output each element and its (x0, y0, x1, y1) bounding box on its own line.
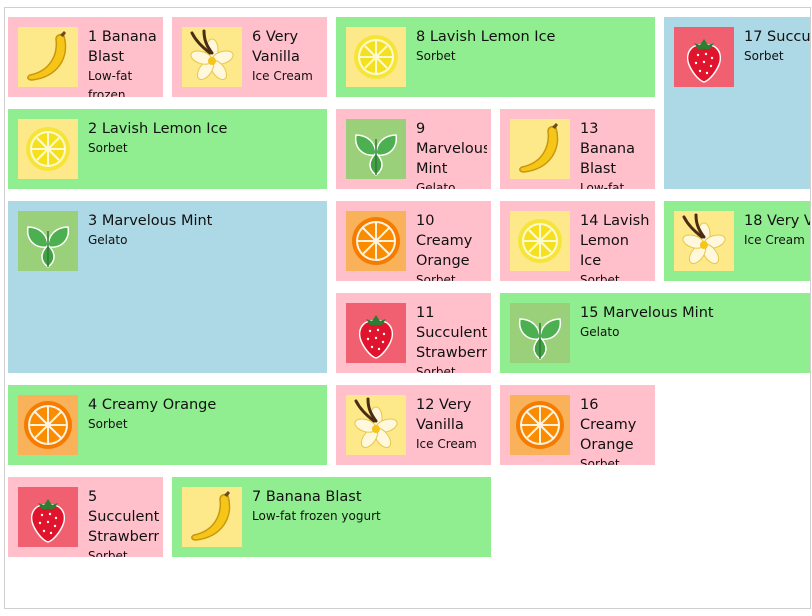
item-title: 10 Creamy Orange (416, 213, 473, 269)
vanilla-icon (346, 395, 406, 455)
grid-item-16[interactable]: 16 Creamy Orange Sorbet (500, 385, 655, 465)
orange-icon (510, 395, 570, 455)
orange-icon (18, 395, 78, 455)
grid-item-5[interactable]: 5 Succulent Strawberry Sorbet (8, 477, 163, 557)
item-title: 5 Succulent Strawberry (88, 489, 159, 545)
variable-size-grid: 1 Banana Blast Low-fat frozen yogurt 6 Ve… (4, 7, 811, 609)
grid-item-18[interactable]: 18 Very Vanilla Ice Cream (664, 201, 810, 281)
item-subtitle: Low-fat frozen yogurt (88, 69, 133, 97)
strawberry-icon (346, 303, 406, 363)
item-title: 15 Marvelous Mint (580, 305, 714, 321)
item-subtitle: Sorbet (88, 417, 128, 431)
orange-icon (346, 211, 406, 271)
item-title: 9 Marvelous Mint (416, 121, 487, 177)
grid-item-8[interactable]: 8 Lavish Lemon Ice Sorbet (336, 17, 655, 97)
grid-item-9[interactable]: 9 Marvelous Mint Gelato (336, 109, 491, 189)
strawberry-icon (674, 27, 734, 87)
item-subtitle: Ice Cream (252, 69, 313, 83)
item-subtitle: Sorbet (88, 141, 128, 155)
lemon-icon (510, 211, 570, 271)
item-subtitle: Gelato (88, 233, 128, 247)
grid-item-14[interactable]: 14 Lavish Lemon Ice Sorbet (500, 201, 655, 281)
grid-item-10[interactable]: 10 Creamy Orange Sorbet (336, 201, 491, 281)
item-subtitle: Sorbet (88, 549, 128, 557)
grid-item-15[interactable]: 15 Marvelous Mint Gelato (500, 293, 810, 373)
item-title: 1 Banana Blast (88, 29, 157, 65)
item-title: 17 Succulent Strawberry (744, 29, 811, 45)
item-subtitle: Gelato (580, 325, 620, 339)
item-title: 13 Banana Blast (580, 121, 635, 177)
item-subtitle: Sorbet (580, 457, 620, 465)
banana-icon (182, 487, 242, 547)
vanilla-icon (674, 211, 734, 271)
grid-item-2[interactable]: 2 Lavish Lemon Ice Sorbet (8, 109, 327, 189)
item-subtitle: Sorbet (416, 365, 456, 373)
lemon-icon (18, 119, 78, 179)
item-subtitle: Low-fat frozen yogurt (252, 509, 381, 523)
item-title: 14 Lavish Lemon Ice (580, 213, 650, 269)
grid-item-11[interactable]: 11 Succulent Strawberry Sorbet (336, 293, 491, 373)
item-title: 2 Lavish Lemon Ice (88, 121, 228, 137)
mint-icon (510, 303, 570, 363)
item-subtitle: Sorbet (744, 49, 784, 63)
item-title: 11 Succulent Strawberry (416, 305, 487, 361)
item-title: 8 Lavish Lemon Ice (416, 29, 556, 45)
item-subtitle: Ice Cream (744, 233, 805, 247)
item-title: 18 Very Vanilla (744, 213, 810, 229)
grid-item-17[interactable]: 17 Succulent Strawberry Sorbet (664, 17, 811, 189)
item-title: 4 Creamy Orange (88, 397, 217, 413)
mint-icon (18, 211, 78, 271)
banana-icon (510, 119, 570, 179)
grid-item-7[interactable]: 7 Banana Blast Low-fat frozen yogurt (172, 477, 491, 557)
grid-item-1[interactable]: 1 Banana Blast Low-fat frozen yogurt (8, 17, 163, 97)
item-title: 6 Very Vanilla (252, 29, 300, 65)
vanilla-icon (182, 27, 242, 87)
mint-icon (346, 119, 406, 179)
item-title: 12 Very Vanilla (416, 397, 472, 433)
item-subtitle: Sorbet (416, 49, 456, 63)
grid-item-6[interactable]: 6 Very Vanilla Ice Cream (172, 17, 327, 97)
item-subtitle: Low-fat frozen yogurt (580, 181, 625, 189)
item-subtitle: Ice Cream (416, 437, 477, 451)
lemon-icon (346, 27, 406, 87)
item-title: 3 Marvelous Mint (88, 213, 213, 229)
grid-item-12[interactable]: 12 Very Vanilla Ice Cream (336, 385, 491, 465)
banana-icon (18, 27, 78, 87)
item-subtitle: Sorbet (416, 273, 456, 281)
strawberry-icon (18, 487, 78, 547)
item-subtitle: Gelato (416, 181, 456, 189)
grid-item-13[interactable]: 13 Banana Blast Low-fat frozen yogurt (500, 109, 655, 189)
grid-item-4[interactable]: 4 Creamy Orange Sorbet (8, 385, 327, 465)
item-subtitle: Sorbet (580, 273, 620, 281)
item-title: 16 Creamy Orange (580, 397, 637, 453)
grid-item-3[interactable]: 3 Marvelous Mint Gelato (8, 201, 327, 373)
item-title: 7 Banana Blast (252, 489, 362, 505)
